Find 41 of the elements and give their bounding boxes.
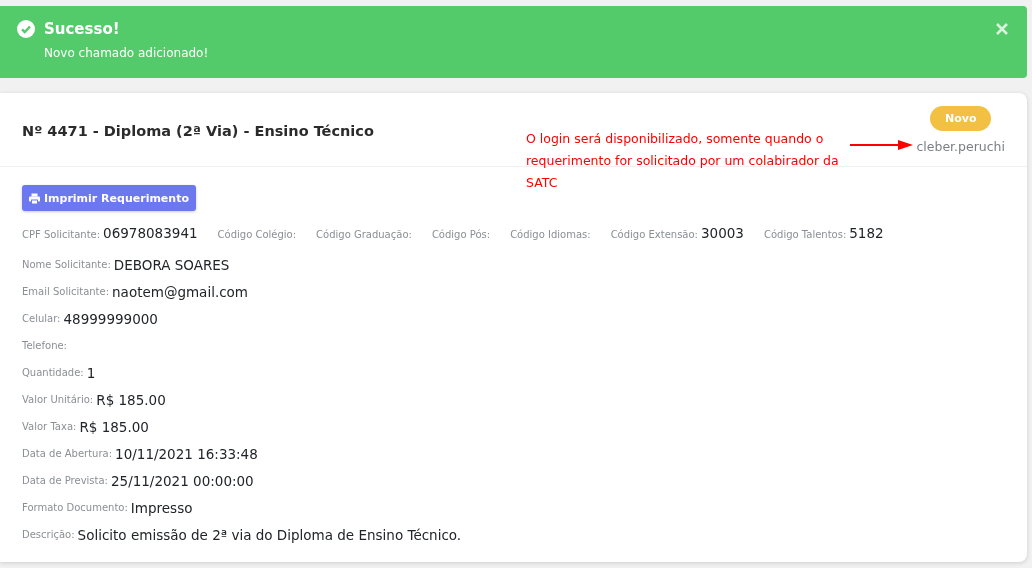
field-label: Código Talentos: <box>763 229 847 240</box>
field-value: DEBORA SOARES <box>113 256 230 273</box>
field-label: Código Extensão: <box>610 229 698 240</box>
annotation-arrow <box>850 140 913 150</box>
field-value: R$ 185.00 <box>79 418 149 435</box>
field-label: Nome Solicitante: <box>22 259 111 270</box>
field-value: 06978083941 <box>103 225 198 241</box>
field-label: Quantidade: <box>22 367 84 378</box>
printer-icon <box>29 192 40 204</box>
field-value: 48999999000 <box>63 310 158 327</box>
field-value: 10/11/2021 16:33:48 <box>115 445 258 462</box>
field-label: Celular: <box>22 313 61 324</box>
field-label: Descrição: <box>22 529 75 540</box>
alert-title: Sucesso! <box>44 20 120 38</box>
alert-message: Novo chamado adicionado! <box>44 46 210 60</box>
field-label: Valor Taxa: <box>22 421 77 432</box>
field-value: 30003 <box>701 225 744 241</box>
request-title: Nº 4471 - Diploma (2ª Via) - Ensino Técnico <box>22 121 374 139</box>
field-label: Código Idiomas: <box>510 229 591 240</box>
field-value: 25/11/2021 00:00:00 <box>110 472 254 489</box>
field-value: 1 <box>86 364 96 381</box>
field-label: CPF Solicitante: <box>22 229 101 240</box>
field-label: Email Solicitante: <box>22 286 110 297</box>
print-button[interactable]: Imprimir Requerimento <box>22 185 196 211</box>
field-label: Data de Prevista: <box>22 475 108 486</box>
field-value: naotem@gmail.com <box>112 283 249 300</box>
field-label: Telefone: <box>22 340 67 351</box>
field-label: Código Graduação: <box>316 229 412 240</box>
field-value: Impresso <box>130 499 193 516</box>
field-label: Formato Documento: <box>22 502 128 513</box>
field-label: Valor Unitário: <box>22 394 94 405</box>
field-label: Código Pós: <box>431 229 491 240</box>
annotation-note: O login será disponibilizado, somente quando o requerimento for solicitado por um colabirador da SATC <box>526 130 840 192</box>
username: cleber.peruchi <box>916 138 1005 154</box>
field-value: Solicito emissão de 2ª via do Diploma de Ensino Técnico. <box>77 526 462 543</box>
check-circle-icon <box>17 20 35 38</box>
field-label: Data de Abertura: <box>22 448 113 459</box>
field-label: Código Colégio: <box>217 229 297 240</box>
field-value: R$ 185.00 <box>96 391 166 408</box>
status-badge: Novo <box>929 105 992 131</box>
field-value: 5182 <box>849 225 884 241</box>
